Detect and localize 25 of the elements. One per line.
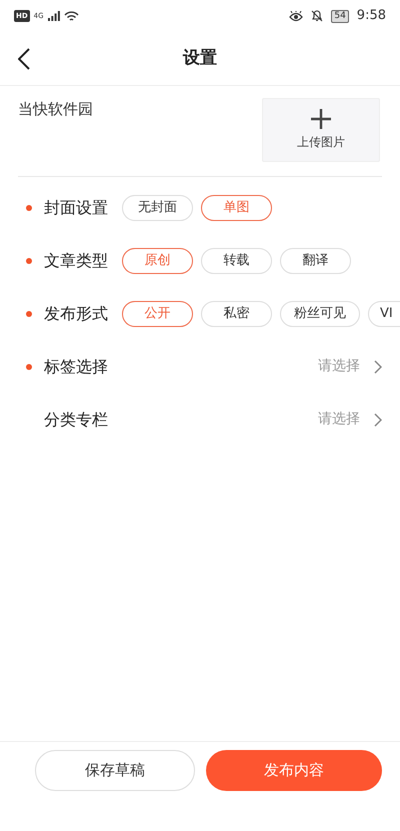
time: 9:58 <box>356 7 386 26</box>
article-title: 当快软件园 <box>18 99 93 120</box>
page-title: 设置 <box>183 48 217 69</box>
save-draft-button[interactable]: 保存草稿 <box>35 750 195 791</box>
option-chip[interactable]: 无封面 <box>122 194 193 220</box>
eye-icon <box>289 10 304 22</box>
bell-muted-icon <box>311 10 324 22</box>
option-chip[interactable]: 转载 <box>201 248 272 274</box>
setting-label: 分类专栏 <box>44 408 108 430</box>
battery-level: 54 <box>331 10 349 22</box>
upload-image-button[interactable]: 上传图片 <box>262 98 380 162</box>
wifi-icon <box>64 10 79 22</box>
chevron-right-icon[interactable] <box>374 412 382 426</box>
plus-icon <box>311 109 331 129</box>
back-icon[interactable] <box>18 48 30 70</box>
chevron-right-icon[interactable] <box>374 360 382 374</box>
option-chip[interactable]: 粉丝可见 <box>280 300 360 326</box>
setting-label: 文章类型 <box>44 250 108 272</box>
setting-label: 封面设置 <box>44 196 108 218</box>
signal-icon <box>48 11 60 21</box>
setting-label: 标签选择 <box>44 356 108 378</box>
option-chip[interactable]: 私密 <box>201 300 272 326</box>
option-chip[interactable]: 翻译 <box>280 248 351 274</box>
option-chip[interactable]: VI <box>368 300 400 326</box>
setting-label: 发布形式 <box>44 302 108 324</box>
